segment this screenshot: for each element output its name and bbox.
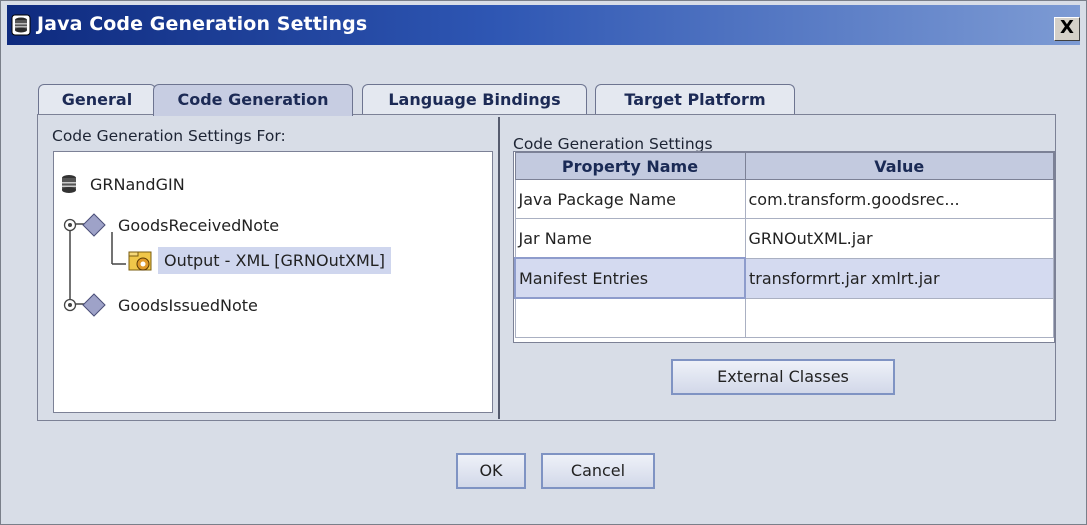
settings-tree[interactable]: GRNandGIN GoodsReceivedNote Output - XML… — [53, 151, 493, 413]
property-value-cell[interactable]: GRNOutXML.jar — [744, 218, 1054, 259]
property-name-cell[interactable]: Java Package Name — [514, 179, 746, 219]
tree-heading: Code Generation Settings For: — [52, 127, 286, 145]
property-name-cell[interactable]: Manifest Entries — [514, 257, 746, 299]
dialog-window: Java Code Generation Settings X General … — [0, 0, 1087, 525]
title-bar[interactable]: Java Code Generation Settings X — [7, 5, 1080, 45]
folder-gear-icon — [128, 251, 152, 270]
tab-language-bindings[interactable]: Language Bindings — [362, 84, 587, 114]
expand-toggle-icon[interactable] — [63, 218, 77, 232]
external-classes-button[interactable]: External Classes — [671, 359, 895, 395]
tree-item-grnandgin[interactable]: GRNandGIN — [60, 174, 185, 194]
table-row[interactable]: Manifest Entries transformrt.jar xmlrt.j… — [514, 257, 1054, 299]
tree-item-label: GRNandGIN — [90, 174, 185, 194]
tree-item-goodsreceivednote[interactable]: GoodsReceivedNote — [63, 213, 279, 237]
table-row[interactable]: Java Package Name com.transform.goodsrec… — [514, 179, 1054, 219]
dialog-title: Java Code Generation Settings — [37, 13, 368, 35]
settings-table: Property Name Value Java Package Name co… — [514, 152, 1054, 338]
tree-item-goodsissuednote[interactable]: GoodsIssuedNote — [63, 293, 258, 317]
column-header-property[interactable]: Property Name — [514, 152, 746, 180]
column-header-value[interactable]: Value — [744, 152, 1054, 180]
tree-item-label: Output - XML [GRNOutXML] — [158, 247, 391, 274]
property-name-cell[interactable]: Jar Name — [514, 218, 746, 259]
tree-item-output-xml[interactable]: Output - XML [GRNOutXML] — [128, 247, 391, 274]
diamond-icon — [82, 293, 106, 317]
close-icon: X — [1060, 17, 1074, 38]
property-value-cell[interactable]: transformrt.jar xmlrt.jar — [744, 257, 1054, 299]
settings-grid[interactable]: Property Name Value Java Package Name co… — [513, 151, 1055, 343]
database-icon — [62, 175, 76, 193]
table-row-empty[interactable] — [514, 297, 1054, 338]
ok-button[interactable]: OK — [456, 453, 526, 489]
panel-divider[interactable] — [498, 117, 500, 419]
tab-general[interactable]: General — [38, 84, 156, 114]
tab-code-generation[interactable]: Code Generation — [153, 84, 353, 116]
cancel-button[interactable]: Cancel — [541, 453, 655, 489]
table-row[interactable]: Jar Name GRNOutXML.jar — [514, 218, 1054, 259]
tab-target-platform[interactable]: Target Platform — [595, 84, 795, 114]
database-icon — [11, 14, 31, 36]
tree-item-label: GoodsReceivedNote — [118, 215, 280, 235]
property-value-cell[interactable]: com.transform.goodsrec... — [744, 179, 1054, 219]
table-header-row: Property Name Value — [514, 152, 1054, 180]
diamond-icon — [82, 213, 106, 237]
tree-item-label: GoodsIssuedNote — [118, 295, 258, 315]
tab-content-panel: Code Generation Settings For: GRNandGIN — [37, 114, 1056, 421]
close-button[interactable]: X — [1054, 17, 1080, 41]
expand-toggle-icon[interactable] — [63, 298, 77, 312]
